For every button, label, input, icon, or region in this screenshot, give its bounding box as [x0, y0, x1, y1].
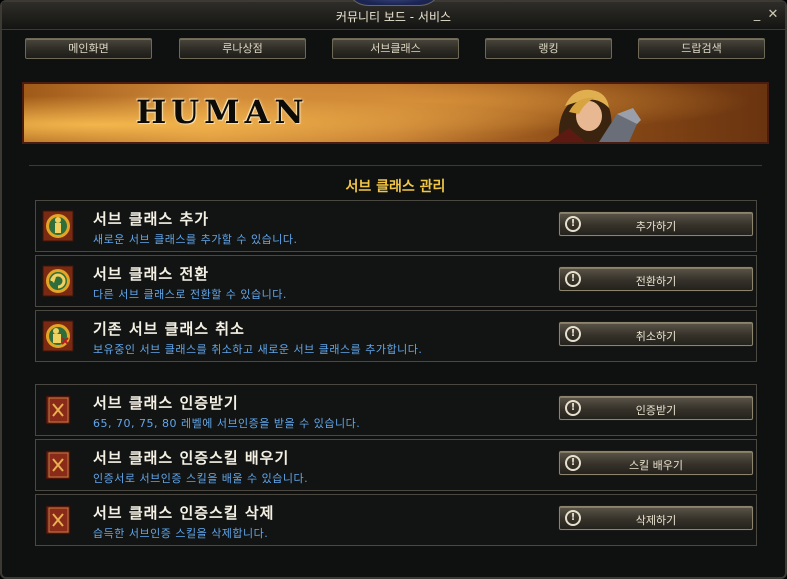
community-board-window: 커뮤니티 보드 - 서비스 _ ✕ 메인화면 루나상점 서브클래스 랭킹 드랍검…: [0, 0, 787, 579]
switch-subclass-button[interactable]: ! 전환하기: [559, 267, 753, 291]
row-description: 다른 서브 클래스로 전환할 수 있습니다.: [93, 288, 287, 301]
window-title: 커뮤니티 보드 - 서비스: [335, 10, 452, 24]
close-button[interactable]: ✕: [766, 8, 780, 22]
tab-main[interactable]: 메인화면: [25, 38, 152, 59]
row-description: 65, 70, 75, 80 레벨에 서브인증을 받을 수 있습니다.: [93, 417, 361, 430]
delete-skill-book-icon: [45, 505, 71, 535]
button-label: 스킬 배우기: [628, 459, 684, 472]
hero-character-image: [549, 89, 641, 142]
subclass-delete-skill-row: 서브 클래스 인증스킬 삭제 습득한 서브인증 스킬을 삭제합니다. ! 삭제하…: [35, 494, 757, 546]
button-label: 취소하기: [635, 330, 677, 343]
add-subclass-button[interactable]: ! 추가하기: [559, 212, 753, 236]
row-title: 기존 서브 클래스 취소: [93, 320, 245, 338]
tab-drop-search[interactable]: 드랍검색: [638, 38, 765, 59]
title-bar[interactable]: 커뮤니티 보드 - 서비스 _ ✕: [2, 0, 785, 30]
subclass-cancel-row: 기존 서브 클래스 취소 보유중인 서브 클래스를 취소하고 새로운 서브 클래…: [35, 310, 757, 362]
certificate-book-icon: [45, 395, 71, 425]
certify-subclass-button[interactable]: ! 인증받기: [559, 396, 753, 420]
row-description: 습득한 서브인증 스킬을 삭제합니다.: [93, 527, 269, 540]
button-label: 추가하기: [635, 220, 677, 233]
learn-skill-book-icon: [45, 450, 71, 480]
delete-skill-button[interactable]: ! 삭제하기: [559, 506, 753, 530]
cancel-subclass-icon: [42, 320, 74, 352]
panel-divider: [29, 165, 762, 166]
tab-ranking[interactable]: 랭킹: [485, 38, 612, 59]
section-title: 서브 클래스 관리: [345, 179, 446, 195]
cancel-subclass-button[interactable]: ! 취소하기: [559, 322, 753, 346]
button-label: 삭제하기: [635, 514, 677, 527]
subclass-add-row: 서브 클래스 추가 새로운 서브 클래스를 추가할 수 있습니다. ! 추가하기: [35, 200, 757, 252]
row-title: 서브 클래스 인증받기: [93, 394, 239, 412]
row-title: 서브 클래스 전환: [93, 265, 210, 283]
banner-title: HUMAN: [136, 93, 309, 131]
tab-bar: 메인화면 루나상점 서브클래스 랭킹 드랍검색: [25, 38, 766, 60]
row-description: 보유중인 서브 클래스를 취소하고 새로운 서브 클래스를 추가합니다.: [93, 343, 423, 356]
subclass-learn-skill-row: 서브 클래스 인증스킬 배우기 인증서로 서브인증 스킬을 배울 수 있습니다.…: [35, 439, 757, 491]
learn-skill-button[interactable]: ! 스킬 배우기: [559, 451, 753, 475]
row-description: 인증서로 서브인증 스킬을 배울 수 있습니다.: [93, 472, 309, 485]
tab-subclass[interactable]: 서브클래스: [332, 38, 459, 59]
race-banner: HUMAN: [22, 82, 769, 144]
row-description: 새로운 서브 클래스를 추가할 수 있습니다.: [93, 233, 298, 246]
tab-luna-shop[interactable]: 루나상점: [179, 38, 306, 59]
title-ornament: [346, 0, 442, 6]
switch-subclass-icon: [42, 265, 74, 297]
button-label: 인증받기: [635, 404, 677, 417]
row-title: 서브 클래스 인증스킬 삭제: [93, 504, 275, 522]
button-label: 전환하기: [635, 275, 677, 288]
add-subclass-icon: [42, 210, 74, 242]
subclass-certify-row: 서브 클래스 인증받기 65, 70, 75, 80 레벨에 서브인증을 받을 …: [35, 384, 757, 436]
subclass-switch-row: 서브 클래스 전환 다른 서브 클래스로 전환할 수 있습니다. ! 전환하기: [35, 255, 757, 307]
row-title: 서브 클래스 추가: [93, 210, 210, 228]
row-title: 서브 클래스 인증스킬 배우기: [93, 449, 290, 467]
minimize-button[interactable]: _: [750, 8, 764, 22]
